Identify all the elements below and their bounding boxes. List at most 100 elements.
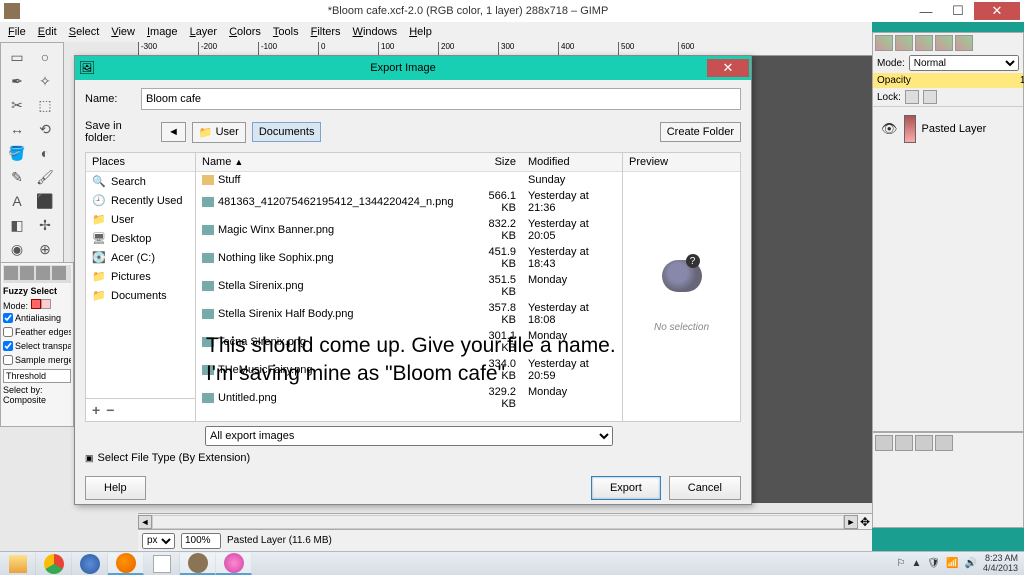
threshold-field[interactable]: Threshold — [3, 369, 71, 383]
scroll-right-button[interactable]: ► — [844, 515, 858, 529]
file-type-filter[interactable]: All export images — [205, 426, 613, 446]
col-name[interactable]: Name — [202, 156, 231, 168]
tool-icon[interactable]: ⊕ — [31, 237, 59, 261]
antialias-checkbox[interactable]: Antialiasing — [3, 311, 71, 325]
remove-bookmark-button[interactable]: − — [106, 402, 114, 418]
lock-pixels[interactable] — [905, 90, 919, 104]
tool-icon[interactable]: 🪣 — [3, 141, 31, 165]
tray-icon[interactable]: 📶 — [946, 558, 958, 569]
tool-icon[interactable]: ✎ — [3, 165, 31, 189]
tray-icon[interactable]: 🛡 — [927, 558, 940, 569]
filename-input[interactable] — [141, 88, 741, 110]
menu-help[interactable]: Help — [403, 24, 438, 40]
menu-colors[interactable]: Colors — [223, 24, 267, 40]
tool-icon[interactable]: ↔ — [3, 117, 31, 141]
back-button[interactable]: ◄ — [161, 122, 186, 142]
layers-tabs[interactable] — [873, 33, 1023, 53]
tool-icon[interactable]: ⬛ — [31, 189, 59, 213]
select-by[interactable]: Select by: Composite — [3, 385, 71, 405]
tool-icon[interactable]: ◐ — [31, 141, 59, 165]
mode-swatch[interactable] — [41, 299, 51, 309]
sample-merged-checkbox[interactable]: Sample merged — [3, 353, 71, 367]
menu-windows[interactable]: Windows — [347, 24, 404, 40]
places-item[interactable]: 🔍Search — [86, 172, 195, 191]
breadcrumb-user[interactable]: 📁User — [192, 122, 246, 143]
file-row[interactable]: StuffSunday — [196, 172, 622, 188]
help-button[interactable]: Help — [85, 476, 146, 500]
file-row[interactable]: 481363_412075462195412_1344220424_n.png5… — [196, 188, 622, 216]
tool-icon[interactable]: ✧ — [31, 69, 59, 93]
col-size[interactable]: Size — [467, 153, 522, 171]
file-row[interactable]: Stella Sirenix Half Body.png357.8 KBYest… — [196, 300, 622, 328]
taskbar-explorer[interactable] — [0, 553, 36, 575]
close-button[interactable]: ✕ — [974, 2, 1020, 20]
taskbar-app[interactable] — [144, 553, 180, 575]
tool-icon[interactable]: A — [3, 189, 31, 213]
clock[interactable]: 8:23 AM4/4/2013 — [983, 554, 1018, 573]
mode-swatch[interactable] — [31, 299, 41, 309]
menu-filters[interactable]: Filters — [305, 24, 347, 40]
places-item[interactable]: 🖥Desktop — [86, 229, 195, 248]
visibility-icon[interactable]: 👁 — [881, 121, 898, 137]
places-item[interactable]: 📁User — [86, 210, 195, 229]
taskbar-chrome[interactable] — [36, 553, 72, 575]
minimize-button[interactable]: — — [910, 2, 942, 20]
places-item[interactable]: 📁Pictures — [86, 267, 195, 286]
select-file-type[interactable]: ▣ Select File Type (By Extension) — [85, 452, 741, 464]
scroll-track[interactable] — [152, 515, 844, 529]
menu-view[interactable]: View — [105, 24, 141, 40]
export-button[interactable]: Export — [591, 476, 661, 500]
feather-checkbox[interactable]: Feather edges — [3, 325, 71, 339]
nav-icon[interactable]: ✥ — [858, 515, 872, 529]
file-row[interactable]: Nothing like Sophix.png451.9 KBYesterday… — [196, 244, 622, 272]
tray-icon[interactable]: ▲ — [911, 558, 921, 569]
menu-file[interactable]: File — [2, 24, 32, 40]
lock-alpha[interactable] — [923, 90, 937, 104]
taskbar-firefox[interactable] — [108, 553, 144, 575]
file-row[interactable]: THeMusicFairy.png334.0 KBYesterday at 20… — [196, 356, 622, 384]
dialog-close-button[interactable]: ✕ — [707, 59, 749, 77]
tool-icon[interactable]: ◧ — [3, 213, 31, 237]
tool-icon[interactable]: ✂ — [3, 93, 31, 117]
tool-options-tabs[interactable] — [3, 265, 71, 283]
menu-select[interactable]: Select — [63, 24, 106, 40]
transparent-checkbox[interactable]: Select transparen — [3, 339, 71, 353]
scroll-left-button[interactable]: ◄ — [138, 515, 152, 529]
places-item[interactable]: 📁Documents — [86, 286, 195, 305]
zoom-select[interactable] — [181, 533, 221, 549]
maximize-button[interactable]: ☐ — [942, 2, 974, 20]
menu-tools[interactable]: Tools — [267, 24, 305, 40]
taskbar-paint[interactable] — [216, 553, 252, 575]
menu-layer[interactable]: Layer — [184, 24, 224, 40]
taskbar-gimp[interactable] — [180, 553, 216, 575]
tool-icon[interactable]: 🖌 — [31, 165, 59, 189]
tool-icon[interactable]: ○ — [31, 45, 59, 69]
menu-image[interactable]: Image — [141, 24, 184, 40]
tray-icon[interactable]: ⚐ — [896, 558, 905, 569]
create-folder-button[interactable]: Create Folder — [660, 122, 741, 142]
unit-select[interactable]: px — [142, 533, 175, 549]
tool-icon[interactable]: ▭ — [3, 45, 31, 69]
breadcrumb-documents[interactable]: Documents — [252, 122, 322, 142]
file-row[interactable]: Stella Sirenix.png351.5 KBMonday — [196, 272, 622, 300]
col-modified[interactable]: Modified — [522, 153, 622, 171]
brushes-tabs[interactable] — [873, 433, 1023, 453]
file-row[interactable]: Tecna SIrenix.png301.1 KBMonday — [196, 328, 622, 356]
places-item[interactable]: 🕘Recently Used — [86, 191, 195, 210]
taskbar-browser[interactable] — [72, 553, 108, 575]
add-bookmark-button[interactable]: + — [92, 402, 100, 418]
tool-icon[interactable]: ⟲ — [31, 117, 59, 141]
tray-icon[interactable]: 🔊 — [965, 558, 977, 569]
file-row[interactable]: Magic Winx Banner.png832.2 KBYesterday a… — [196, 216, 622, 244]
layer-item[interactable]: 👁 Pasted Layer — [877, 111, 1019, 147]
tool-icon[interactable]: ⬚ — [31, 93, 59, 117]
menu-edit[interactable]: Edit — [32, 24, 63, 40]
tool-icon[interactable]: ◉ — [3, 237, 31, 261]
places-item[interactable]: 💽Acer (C:) — [86, 248, 195, 267]
tool-icon[interactable]: ✒ — [3, 69, 31, 93]
file-row[interactable]: Untitled.png329.2 KBMonday — [196, 384, 622, 412]
blend-mode-select[interactable]: Normal — [909, 55, 1019, 71]
opacity-value[interactable] — [911, 74, 1024, 87]
tool-icon[interactable]: ✢ — [31, 213, 59, 237]
cancel-button[interactable]: Cancel — [669, 476, 741, 500]
